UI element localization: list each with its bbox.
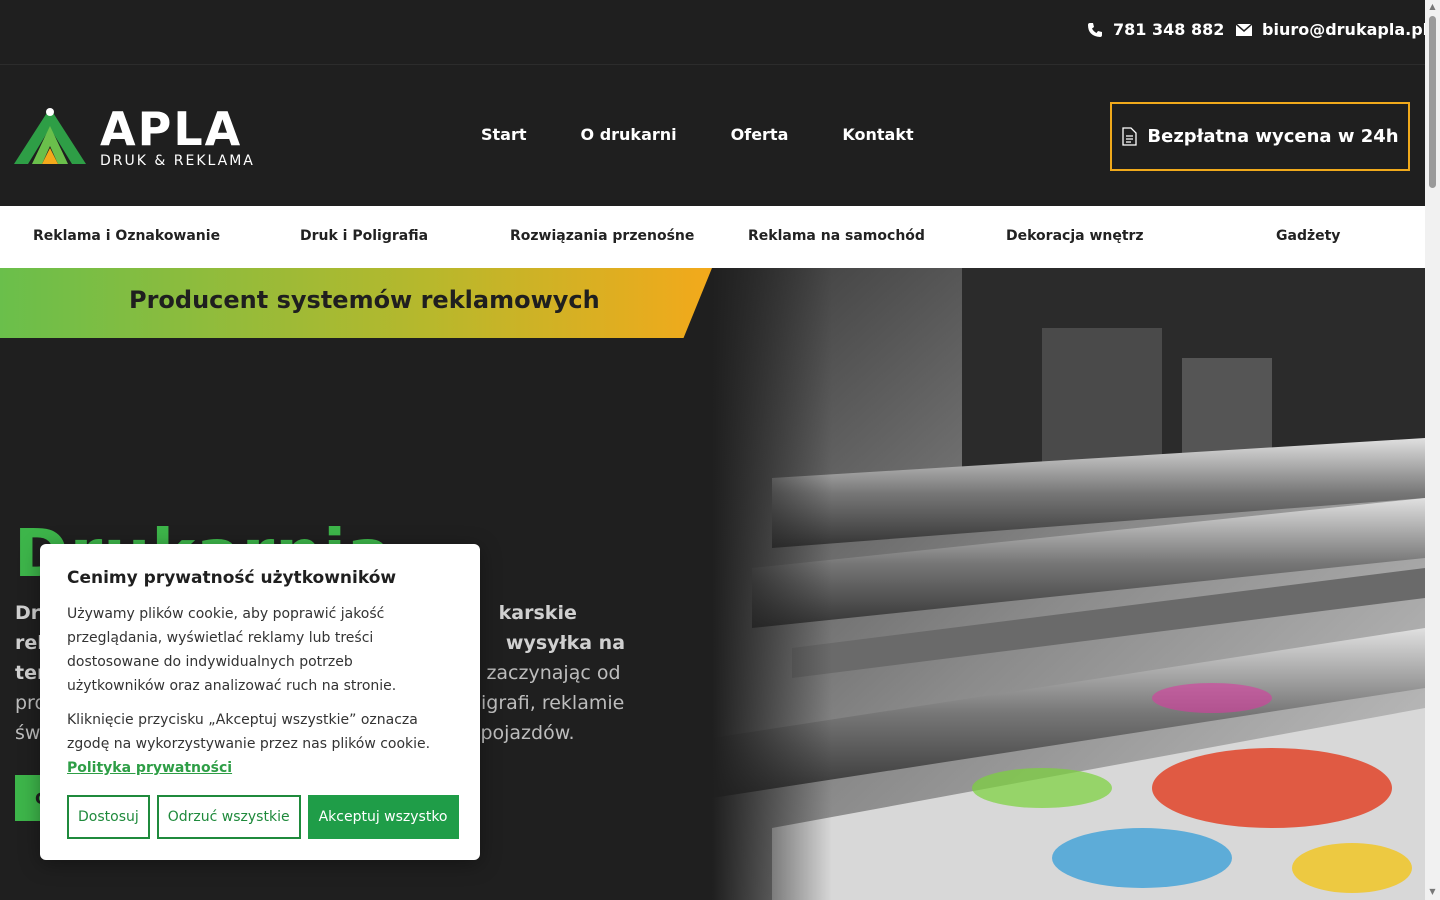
cookie-title: Cenimy prywatność użytkowników [67, 568, 397, 588]
category-druk[interactable]: Druk i Poligrafia [300, 228, 428, 244]
customize-button[interactable]: Dostosuj [67, 795, 150, 839]
main-header: APLA DRUK & REKLAMA Start O drukarni Ofe… [0, 66, 1425, 206]
nav-o-drukarni[interactable]: O drukarni [581, 125, 677, 144]
email-address: biuro@drukapla.pl [1262, 20, 1429, 39]
cookie-consent-dialog: Cenimy prywatność użytkowników Używamy p… [40, 544, 480, 860]
logo-wordmark: APLA [100, 102, 243, 156]
document-icon [1122, 127, 1138, 146]
main-nav: Start O drukarni Oferta Kontakt [481, 125, 914, 144]
cookie-text-consent: Kliknięcie przycisku „Akceptuj wszystkie… [67, 712, 431, 776]
top-bar: 781 348 882 biuro@drukapla.pl [0, 0, 1428, 65]
scroll-thumb[interactable] [1429, 16, 1436, 188]
hero-banner-text: Producent systemów reklamowych [129, 286, 600, 314]
logo[interactable]: APLA DRUK & REKLAMA [14, 102, 264, 169]
logo-tagline: DRUK & REKLAMA [100, 153, 255, 169]
nav-start[interactable]: Start [481, 125, 527, 144]
scrollbar[interactable]: ▲ ▼ [1425, 0, 1440, 900]
cookie-buttons: Dostosuj Odrzuć wszystkie Akceptuj wszys… [67, 795, 459, 839]
scroll-up-icon[interactable]: ▲ [1428, 2, 1437, 11]
nav-oferta[interactable]: Oferta [731, 125, 789, 144]
category-rozwiazania[interactable]: Rozwiązania przenośne [510, 228, 694, 244]
mail-icon [1236, 23, 1252, 36]
phone-link[interactable]: 781 348 882 [1087, 20, 1224, 39]
logo-mark-icon [14, 108, 86, 164]
accept-all-button[interactable]: Akceptuj wszystko [307, 795, 459, 839]
scroll-down-icon[interactable]: ▼ [1428, 887, 1437, 896]
reject-all-button[interactable]: Odrzuć wszystkie [156, 795, 301, 839]
free-quote-label: Bezpłatna wycena w 24h [1147, 126, 1399, 147]
category-bar: Reklama i Oznakowanie Druk i Poligrafia … [0, 206, 1425, 268]
category-reklama[interactable]: Reklama i Oznakowanie [33, 228, 220, 244]
cookie-text: Używamy plików cookie, aby poprawić jako… [67, 606, 397, 694]
category-gadzety[interactable]: Gadżety [1276, 228, 1340, 244]
privacy-policy-link[interactable]: Polityka prywatności [67, 760, 232, 776]
category-dekoracja[interactable]: Dekoracja wnętrz [1006, 228, 1144, 244]
printing-press-image [712, 268, 1425, 900]
phone-icon [1088, 22, 1102, 37]
nav-kontakt[interactable]: Kontakt [842, 125, 913, 144]
email-link[interactable]: biuro@drukapla.pl [1236, 20, 1428, 39]
category-samochod[interactable]: Reklama na samochód [748, 228, 925, 244]
free-quote-button[interactable]: Bezpłatna wycena w 24h [1110, 102, 1410, 171]
phone-number: 781 348 882 [1113, 20, 1225, 39]
